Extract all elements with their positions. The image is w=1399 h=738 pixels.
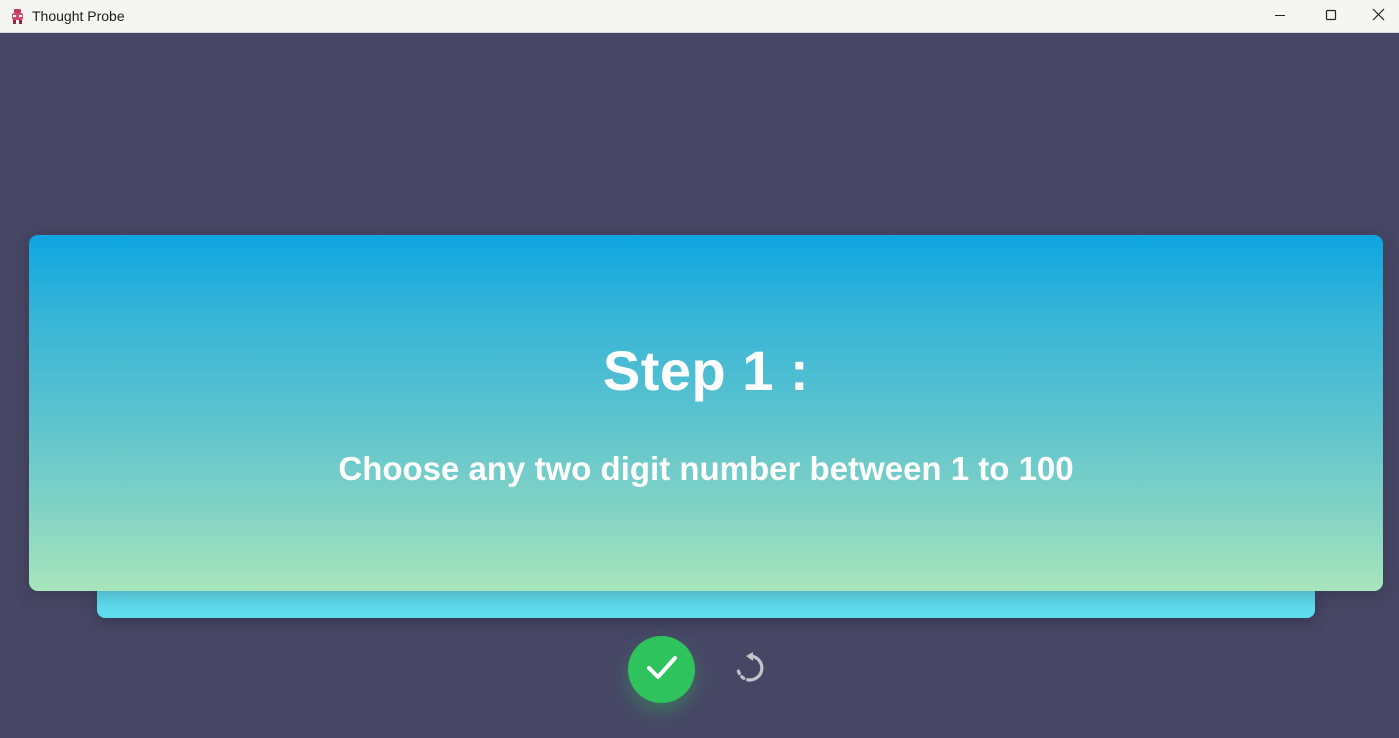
app-window: Thought Probe Step 1 : Choose any two di… bbox=[0, 0, 1399, 738]
minimize-button[interactable] bbox=[1255, 0, 1305, 33]
maximize-icon bbox=[1325, 8, 1337, 26]
window-title: Thought Probe bbox=[32, 8, 125, 24]
refresh-icon bbox=[733, 651, 767, 690]
app-icon bbox=[11, 9, 24, 24]
step-card bbox=[29, 235, 1383, 591]
close-icon bbox=[1372, 8, 1385, 26]
title-bar[interactable]: Thought Probe bbox=[0, 0, 1399, 33]
minimize-icon bbox=[1274, 8, 1286, 26]
maximize-button[interactable] bbox=[1306, 0, 1356, 33]
close-button[interactable] bbox=[1357, 0, 1399, 33]
step-instruction: Choose any two digit number between 1 to… bbox=[338, 450, 1074, 487]
confirm-button[interactable] bbox=[628, 636, 695, 703]
step-title: Step 1 : bbox=[602, 339, 810, 402]
reset-button[interactable] bbox=[730, 650, 770, 690]
check-icon bbox=[644, 649, 680, 690]
